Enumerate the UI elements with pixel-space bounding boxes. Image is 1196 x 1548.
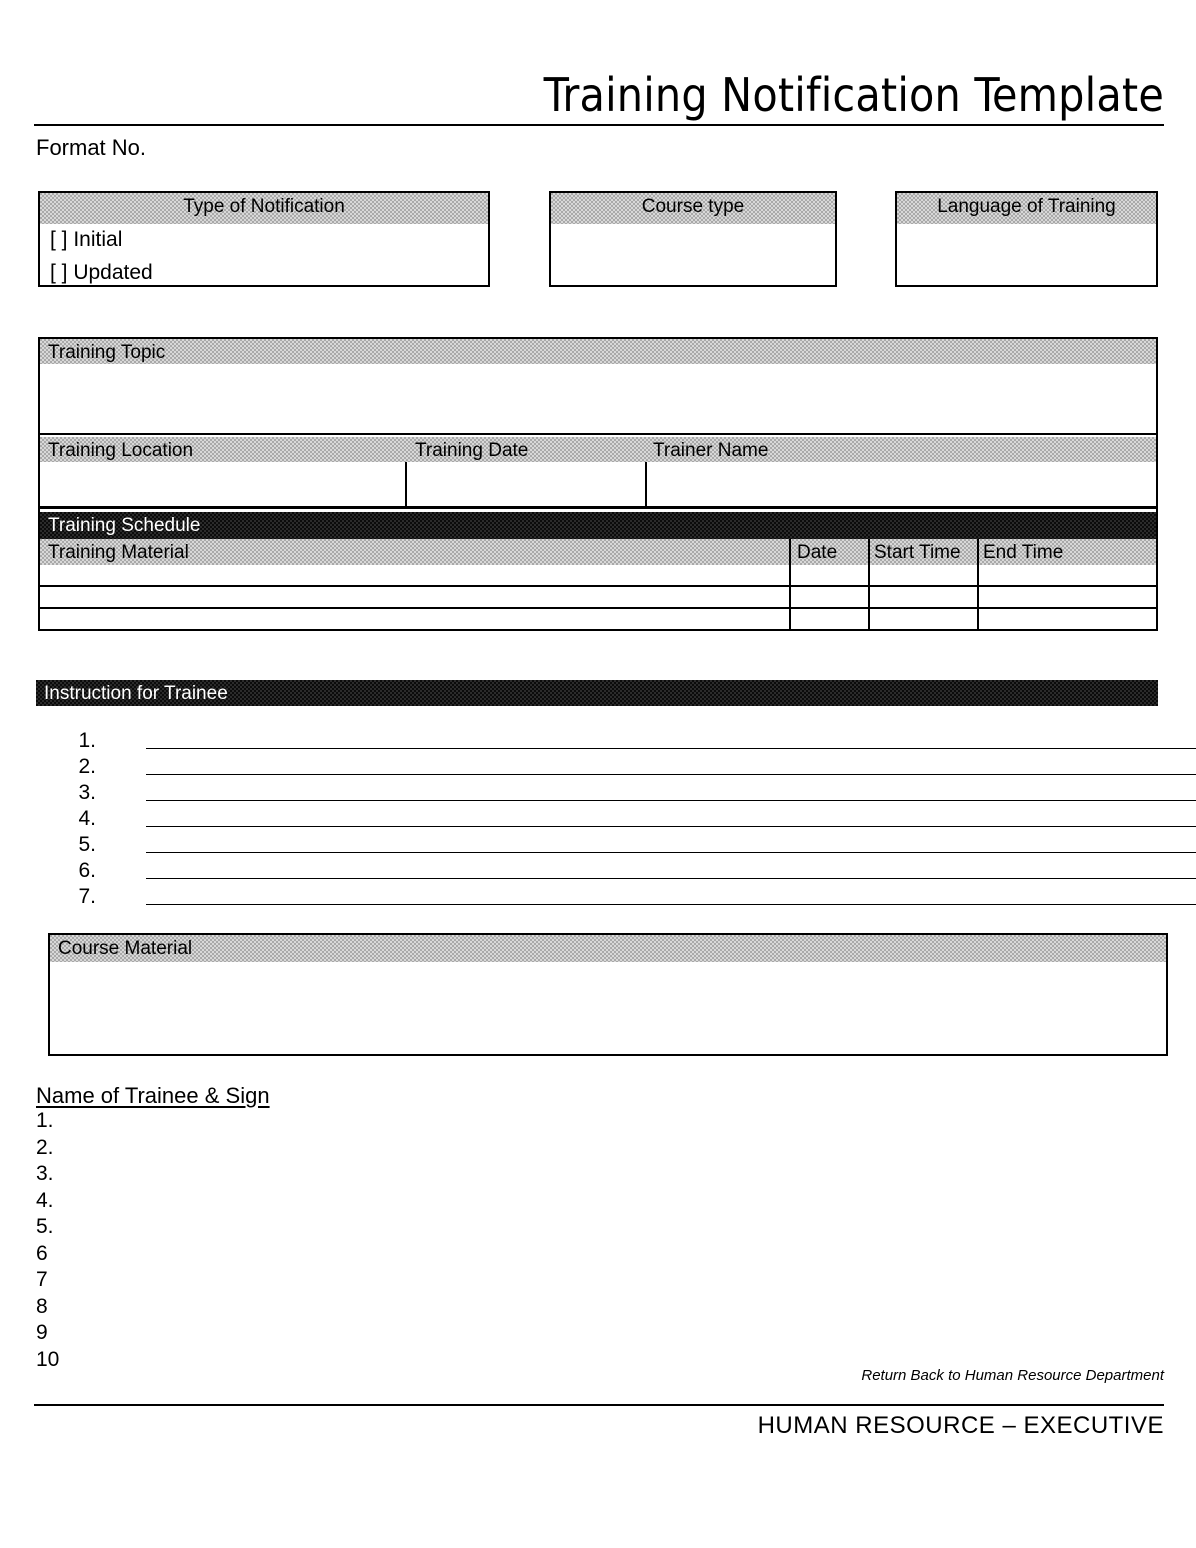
start-time-cell[interactable]	[872, 566, 972, 586]
column-divider	[868, 539, 870, 631]
date-column-header: Date	[797, 542, 838, 563]
instruction-number: 1.	[78, 729, 96, 752]
instruction-input-line[interactable]	[146, 774, 1196, 775]
column-divider	[405, 462, 407, 509]
list-item: 1.	[36, 728, 1196, 754]
instruction-input-line[interactable]	[146, 748, 1196, 749]
column-divider	[645, 462, 647, 509]
training-date-input[interactable]	[412, 466, 640, 504]
training-date-header: Training Date	[415, 440, 529, 461]
table-row	[40, 587, 1156, 609]
type-of-notification-header: Type of Notification	[40, 193, 488, 224]
list-item: 4.	[36, 806, 1196, 832]
instruction-input-line[interactable]	[146, 852, 1196, 853]
course-material-input[interactable]	[50, 962, 1166, 1054]
start-time-cell[interactable]	[872, 610, 972, 630]
column-divider	[789, 539, 791, 631]
instruction-input-line[interactable]	[146, 800, 1196, 801]
page-title: Training Notification Template	[543, 68, 1164, 122]
list-item: 3.	[36, 780, 1196, 806]
list-item: 7.	[36, 884, 1196, 910]
end-time-column-header: End Time	[983, 542, 1064, 563]
notification-option-updated[interactable]: [ ] Updated	[50, 259, 153, 287]
instruction-list: 1. 2. 3. 4. 5. 6. 7.	[36, 728, 1196, 910]
trainer-name-input[interactable]	[653, 466, 1148, 504]
training-location-header: Training Location	[48, 440, 194, 461]
notification-option-initial[interactable]: [ ] Initial	[50, 226, 122, 254]
table-row	[40, 565, 1156, 587]
instruction-input-line[interactable]	[146, 878, 1196, 879]
instruction-number: 5.	[78, 833, 96, 856]
list-item: 2.	[36, 754, 1196, 780]
material-cell[interactable]	[46, 610, 781, 630]
end-time-cell[interactable]	[981, 588, 1149, 608]
list-item[interactable]: 2.	[36, 1135, 59, 1162]
list-item[interactable]: 7	[36, 1267, 59, 1294]
list-item: 5.	[36, 832, 1196, 858]
course-type-input[interactable]	[551, 224, 835, 285]
document-page: Training Notification Template Format No…	[0, 0, 1196, 1548]
start-time-column-header: Start Time	[874, 542, 961, 563]
trainer-name-header: Trainer Name	[653, 440, 769, 461]
end-time-cell[interactable]	[981, 566, 1149, 586]
list-item[interactable]: 5.	[36, 1214, 59, 1241]
material-cell[interactable]	[46, 588, 781, 608]
list-item[interactable]: 4.	[36, 1188, 59, 1215]
column-divider	[977, 539, 979, 631]
start-time-cell[interactable]	[872, 588, 972, 608]
list-item[interactable]: 3.	[36, 1161, 59, 1188]
course-type-header: Course type	[551, 193, 835, 224]
instruction-for-trainee-header: Instruction for Trainee	[36, 680, 1158, 706]
list-item[interactable]: 8	[36, 1294, 59, 1321]
type-of-notification-box: Type of Notification [ ] Initial [ ] Upd…	[38, 191, 490, 287]
footer-signatory: HUMAN RESOURCE – EXECUTIVE	[757, 1412, 1164, 1439]
language-of-training-input[interactable]	[897, 224, 1156, 285]
training-details-table: Training Topic Training Location Trainin…	[38, 337, 1158, 631]
title-divider	[34, 124, 1164, 126]
return-instruction-note: Return Back to Human Resource Department	[861, 1367, 1164, 1384]
date-cell[interactable]	[795, 566, 865, 586]
location-date-trainer-value-row	[40, 462, 1156, 509]
table-row	[40, 609, 1156, 631]
instruction-input-line[interactable]	[146, 826, 1196, 827]
end-time-cell[interactable]	[981, 610, 1149, 630]
instruction-number: 4.	[78, 807, 96, 830]
course-type-box: Course type	[549, 191, 837, 287]
list-item[interactable]: 9	[36, 1320, 59, 1347]
instruction-number: 2.	[78, 755, 96, 778]
list-item[interactable]: 1.	[36, 1108, 59, 1135]
trainee-list-title: Name of Trainee & Sign	[36, 1083, 270, 1108]
format-no-label: Format No.	[36, 135, 147, 160]
training-material-column-header: Training Material	[48, 542, 189, 563]
training-schedule-header: Training Schedule	[40, 512, 1156, 539]
training-topic-input[interactable]	[40, 364, 1156, 435]
trainee-list: 1. 2. 3. 4. 5. 6 7 8 9 10	[36, 1108, 59, 1373]
instruction-number: 3.	[78, 781, 96, 804]
course-material-header: Course Material	[50, 935, 1166, 962]
list-item[interactable]: 10	[36, 1347, 59, 1374]
date-cell[interactable]	[795, 588, 865, 608]
list-item: 6.	[36, 858, 1196, 884]
date-cell[interactable]	[795, 610, 865, 630]
material-table-header-row: Training Material Date Start Time End Ti…	[40, 539, 1156, 565]
instruction-input-line[interactable]	[146, 904, 1196, 905]
list-item[interactable]: 6	[36, 1241, 59, 1268]
instruction-number: 6.	[78, 859, 96, 882]
course-material-box: Course Material	[48, 933, 1168, 1056]
material-cell[interactable]	[46, 566, 781, 586]
footer-divider	[34, 1404, 1164, 1406]
location-date-trainer-header-row: Training Location Training Date Trainer …	[40, 437, 1156, 462]
language-of-training-box: Language of Training	[895, 191, 1158, 287]
instruction-number: 7.	[78, 885, 96, 908]
language-of-training-header: Language of Training	[897, 193, 1156, 224]
training-topic-header: Training Topic	[40, 339, 1156, 364]
training-location-input[interactable]	[46, 466, 396, 504]
